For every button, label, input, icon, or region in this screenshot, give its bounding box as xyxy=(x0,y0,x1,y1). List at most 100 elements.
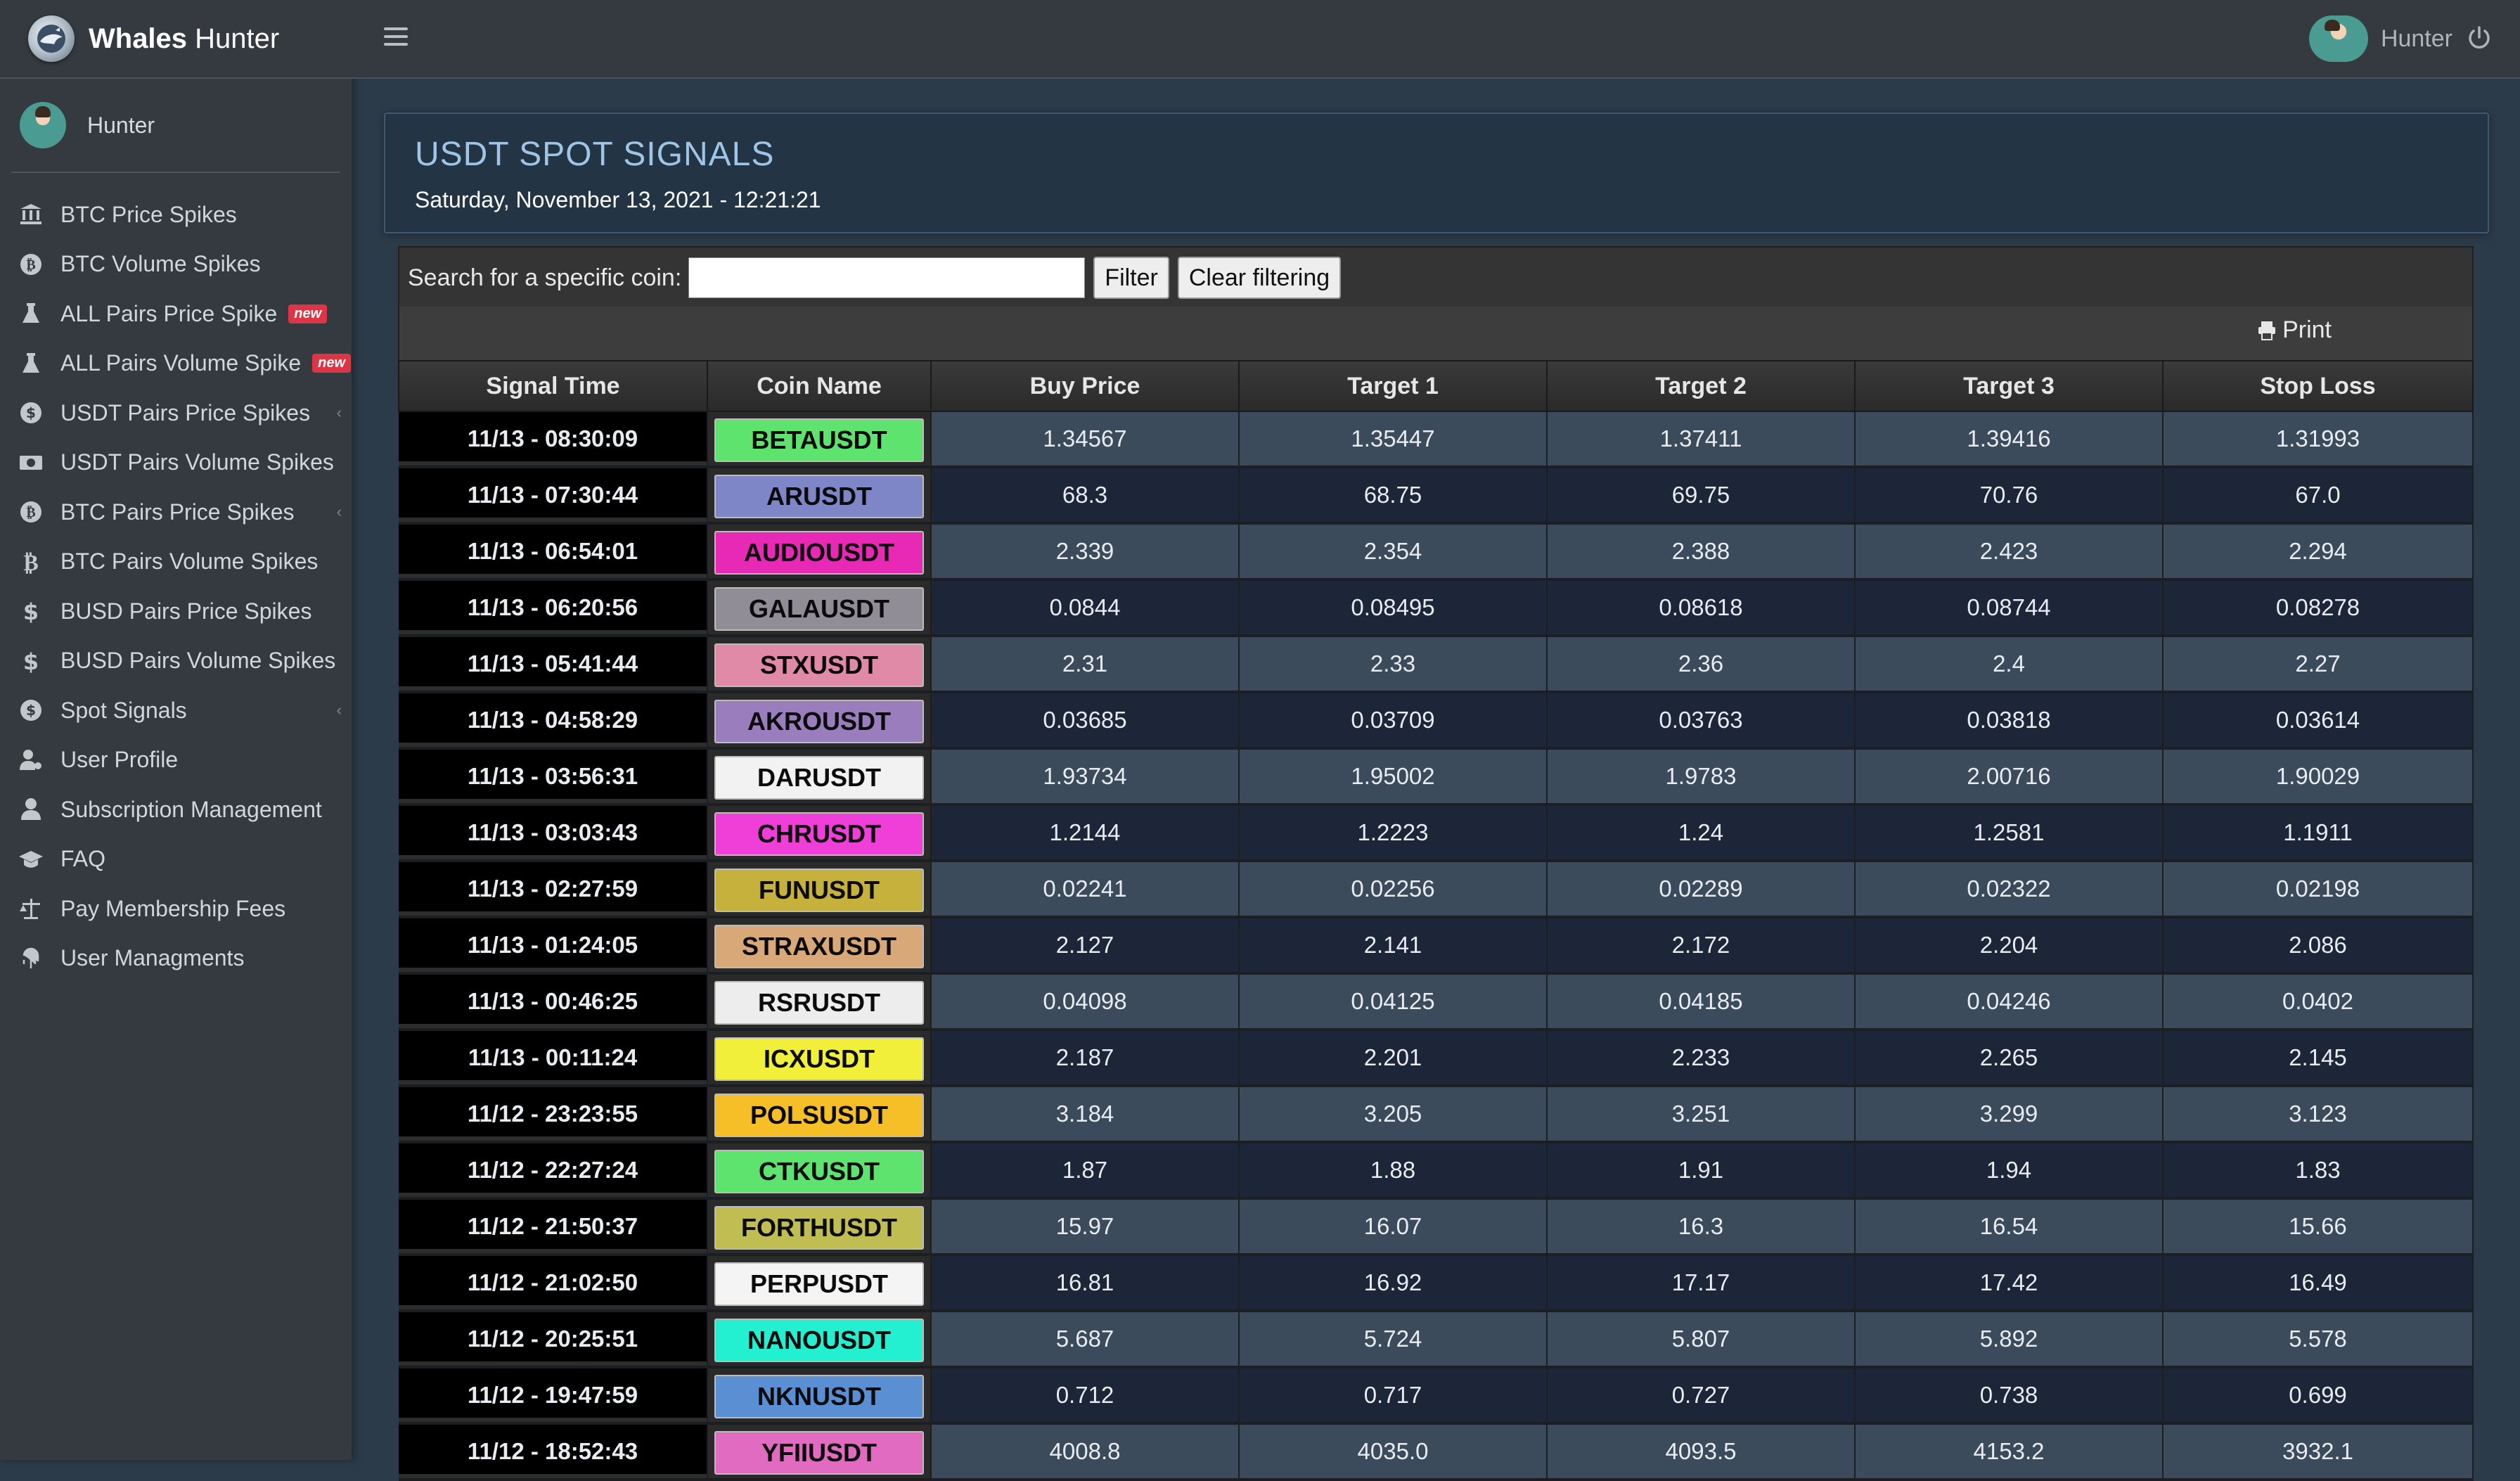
sidebar-item-usdt-pairs-volume-spikes[interactable]: USDT Pairs Volume Spikes xyxy=(0,438,352,488)
target-2-cell: 17.17 xyxy=(1547,1255,1856,1312)
signal-time-cell: 11/12 - 21:50:37 xyxy=(399,1198,708,1256)
filter-button[interactable]: Filter xyxy=(1093,257,1169,299)
power-icon[interactable] xyxy=(2467,25,2492,51)
buy-price-cell: 0.02241 xyxy=(931,861,1240,918)
svg-text:$: $ xyxy=(23,598,39,624)
coin-cell: AKROUSDT xyxy=(707,692,932,750)
sidebar-item-user-profile[interactable]: User Profile xyxy=(0,736,352,786)
column-header-target-2[interactable]: Target 2 xyxy=(1546,360,1856,412)
stop-loss-cell: 0.03614 xyxy=(2163,692,2474,750)
table-row[interactable]: 11/12 - 23:23:55 POLSUSDT 3.184 3.205 3.251 3… xyxy=(399,1086,2474,1143)
column-header-stop-loss[interactable]: Stop Loss xyxy=(2162,360,2474,412)
table-row[interactable]: 11/13 - 03:03:43 CHRUSDT 1.2144 1.2223 1.24 1… xyxy=(399,804,2474,862)
coin-badge[interactable]: DARUSDT xyxy=(714,756,924,800)
sidebar-item-pay-membership-fees[interactable]: Pay Membership Fees xyxy=(0,884,352,934)
coin-badge[interactable]: FORTHUSDT xyxy=(714,1206,924,1250)
table-row[interactable]: 11/13 - 02:27:59 FUNUSDT 0.02241 0.02256 0.0… xyxy=(399,861,2474,918)
sidebar-item-btc-pairs-price-spikes[interactable]: ₿ BTC Pairs Price Spikes ‹ xyxy=(0,487,352,537)
table-row[interactable]: 11/13 - 06:54:01 AUDIOUSDT 2.339 2.354 2.388… xyxy=(399,523,2474,581)
table-row[interactable]: 11/13 - 00:46:25 RSRUSDT 0.04098 0.04125 0.0… xyxy=(399,973,2474,1031)
sidebar-item-all-pairs-volume-spike[interactable]: ALL Pairs Volume Spike new xyxy=(0,339,352,389)
new-badge: new xyxy=(312,354,352,373)
sidebar-item-btc-volume-spikes[interactable]: ₿ BTC Volume Spikes xyxy=(0,240,352,290)
sidebar-item-btc-price-spikes[interactable]: BTC Price Spikes xyxy=(0,190,352,240)
print-label: Print xyxy=(2282,316,2332,343)
money-bill-icon xyxy=(15,449,46,477)
avatar xyxy=(2308,15,2368,62)
coin-badge[interactable]: NANOUSDT xyxy=(714,1319,924,1362)
chevron-left-icon: ‹ xyxy=(336,503,342,521)
coin-badge[interactable]: RSRUSDT xyxy=(714,981,924,1025)
column-header-coin-name[interactable]: Coin Name xyxy=(707,360,932,412)
table-row[interactable]: 11/13 - 06:20:56 GALAUSDT 0.0844 0.08495 0.0… xyxy=(399,579,2474,637)
coin-badge[interactable]: BETAUSDT xyxy=(714,418,924,462)
flask-icon xyxy=(15,300,46,328)
buy-price-cell: 68.3 xyxy=(931,467,1240,525)
sidebar-item-label: Subscription Management xyxy=(60,796,322,822)
coin-badge[interactable]: GALAUSDT xyxy=(714,587,924,631)
sidebar-item-label: ALL Pairs Volume Spike xyxy=(60,350,302,376)
sidebar-user-panel[interactable]: Hunter xyxy=(11,79,340,173)
dollar-coin-icon: $ xyxy=(15,696,46,724)
sidebar-item-spot-signals[interactable]: $ Spot Signals ‹ xyxy=(0,686,352,736)
table-row[interactable]: 11/13 - 05:41:44 STXUSDT 2.31 2.33 2.36 2.4 2.… xyxy=(399,636,2474,693)
column-header-buy-price[interactable]: Buy Price xyxy=(930,360,1240,412)
sidebar-item-usdt-pairs-price-spikes[interactable]: $ USDT Pairs Price Spikes ‹ xyxy=(0,388,352,438)
coin-badge[interactable]: AUDIOUSDT xyxy=(714,531,924,575)
table-row[interactable]: 11/13 - 04:58:29 AKROUSDT 0.03685 0.03709 0.… xyxy=(399,692,2474,750)
sidebar-item-busd-pairs-price-spikes[interactable]: $ BUSD Pairs Price Spikes xyxy=(0,586,352,636)
coin-search-input[interactable] xyxy=(688,257,1086,298)
column-header-target-1[interactable]: Target 1 xyxy=(1238,360,1548,412)
table-row[interactable]: 11/13 - 07:30:44 ARUSDT 68.3 68.75 69.75 70.7… xyxy=(399,467,2474,525)
coin-badge[interactable]: NKNUSDT xyxy=(714,1375,924,1418)
sidebar-item-subscription-management[interactable]: Subscription Management xyxy=(0,785,352,835)
coin-badge[interactable]: STXUSDT xyxy=(714,643,924,687)
coin-badge[interactable]: FUNUSDT xyxy=(714,868,924,912)
sidebar-item-all-pairs-price-spike[interactable]: ALL Pairs Price Spike new xyxy=(0,289,352,339)
table-row[interactable]: 11/12 - 20:25:51 NANOUSDT 5.687 5.724 5.807 5… xyxy=(399,1311,2474,1368)
coin-badge[interactable]: CHRUSDT xyxy=(714,812,924,856)
coin-badge[interactable]: POLSUSDT xyxy=(714,1094,924,1137)
table-row[interactable]: 11/12 - 21:50:37 FORTHUSDT 15.97 16.07 16.3 1… xyxy=(399,1198,2474,1256)
coin-cell: POLSUSDT xyxy=(707,1086,932,1143)
table-row[interactable]: 11/13 - 03:56:31 DARUSDT 1.93734 1.95002 1.9… xyxy=(399,748,2474,806)
table-row[interactable]: 11/12 - 22:27:24 CTKUSDT 1.87 1.88 1.91 1.94 1… xyxy=(399,1142,2474,1200)
table-row[interactable]: 11/12 - 18:52:43 YFIIUSDT 4008.8 4035.0 4093… xyxy=(399,1423,2474,1481)
stop-loss-cell: 2.086 xyxy=(2163,917,2474,975)
buy-price-cell: 0.04098 xyxy=(931,973,1240,1031)
coin-badge[interactable]: ICXUSDT xyxy=(714,1037,924,1081)
target-3-cell: 0.04246 xyxy=(1855,973,2164,1031)
target-2-cell: 16.3 xyxy=(1547,1198,1856,1256)
sidebar-item-user-managments[interactable]: User Managments xyxy=(0,934,352,984)
top-user-menu[interactable]: Hunter xyxy=(2308,15,2452,62)
column-header-signal-time[interactable]: Signal Time xyxy=(398,360,708,412)
column-header-target-3[interactable]: Target 3 xyxy=(1854,360,2164,412)
print-button[interactable]: Print xyxy=(2257,316,2332,344)
coin-cell: STRAXUSDT xyxy=(707,917,932,975)
coin-badge[interactable]: ARUSDT xyxy=(714,475,924,518)
bitcoin-icon: ₿ xyxy=(15,548,46,576)
coin-badge[interactable]: PERPUSDT xyxy=(714,1262,924,1306)
sidebar-item-btc-pairs-volume-spikes[interactable]: ₿ BTC Pairs Volume Spikes xyxy=(0,537,352,587)
coin-badge[interactable]: AKROUSDT xyxy=(714,700,924,743)
target-1-cell: 2.354 xyxy=(1239,523,1548,581)
coin-badge[interactable]: YFIIUSDT xyxy=(714,1431,924,1475)
avatar xyxy=(20,102,66,148)
table-row[interactable]: 11/13 - 01:24:05 STRAXUSDT 2.127 2.141 2.172… xyxy=(399,917,2474,975)
coin-cell: STXUSDT xyxy=(707,636,932,693)
buy-price-cell: 1.34567 xyxy=(931,411,1240,468)
menu-toggle-icon[interactable] xyxy=(384,23,408,52)
table-row[interactable]: 11/12 - 21:02:50 PERPUSDT 16.81 16.92 17.17 1… xyxy=(399,1255,2474,1312)
stop-loss-cell: 15.66 xyxy=(2163,1198,2474,1256)
signal-time-cell: 11/13 - 03:03:43 xyxy=(399,804,708,862)
sidebar-item-faq[interactable]: FAQ xyxy=(0,835,352,885)
brand-link[interactable]: Whales Hunter xyxy=(0,0,352,79)
table-row[interactable]: 11/13 - 08:30:09 BETAUSDT 1.34567 1.35447 1.… xyxy=(399,411,2474,468)
sidebar-item-busd-pairs-volume-spikes[interactable]: $ BUSD Pairs Volume Spikes xyxy=(0,636,352,686)
target-1-cell: 1.88 xyxy=(1239,1142,1548,1200)
table-row[interactable]: 11/13 - 00:11:24 ICXUSDT 2.187 2.201 2.233 2.… xyxy=(399,1030,2474,1087)
clear-filtering-button[interactable]: Clear filtering xyxy=(1177,257,1342,299)
table-row[interactable]: 11/12 - 19:47:59 NKNUSDT 0.712 0.717 0.727 0.… xyxy=(399,1367,2474,1425)
coin-badge[interactable]: STRAXUSDT xyxy=(714,925,924,968)
coin-badge[interactable]: CTKUSDT xyxy=(714,1150,924,1193)
